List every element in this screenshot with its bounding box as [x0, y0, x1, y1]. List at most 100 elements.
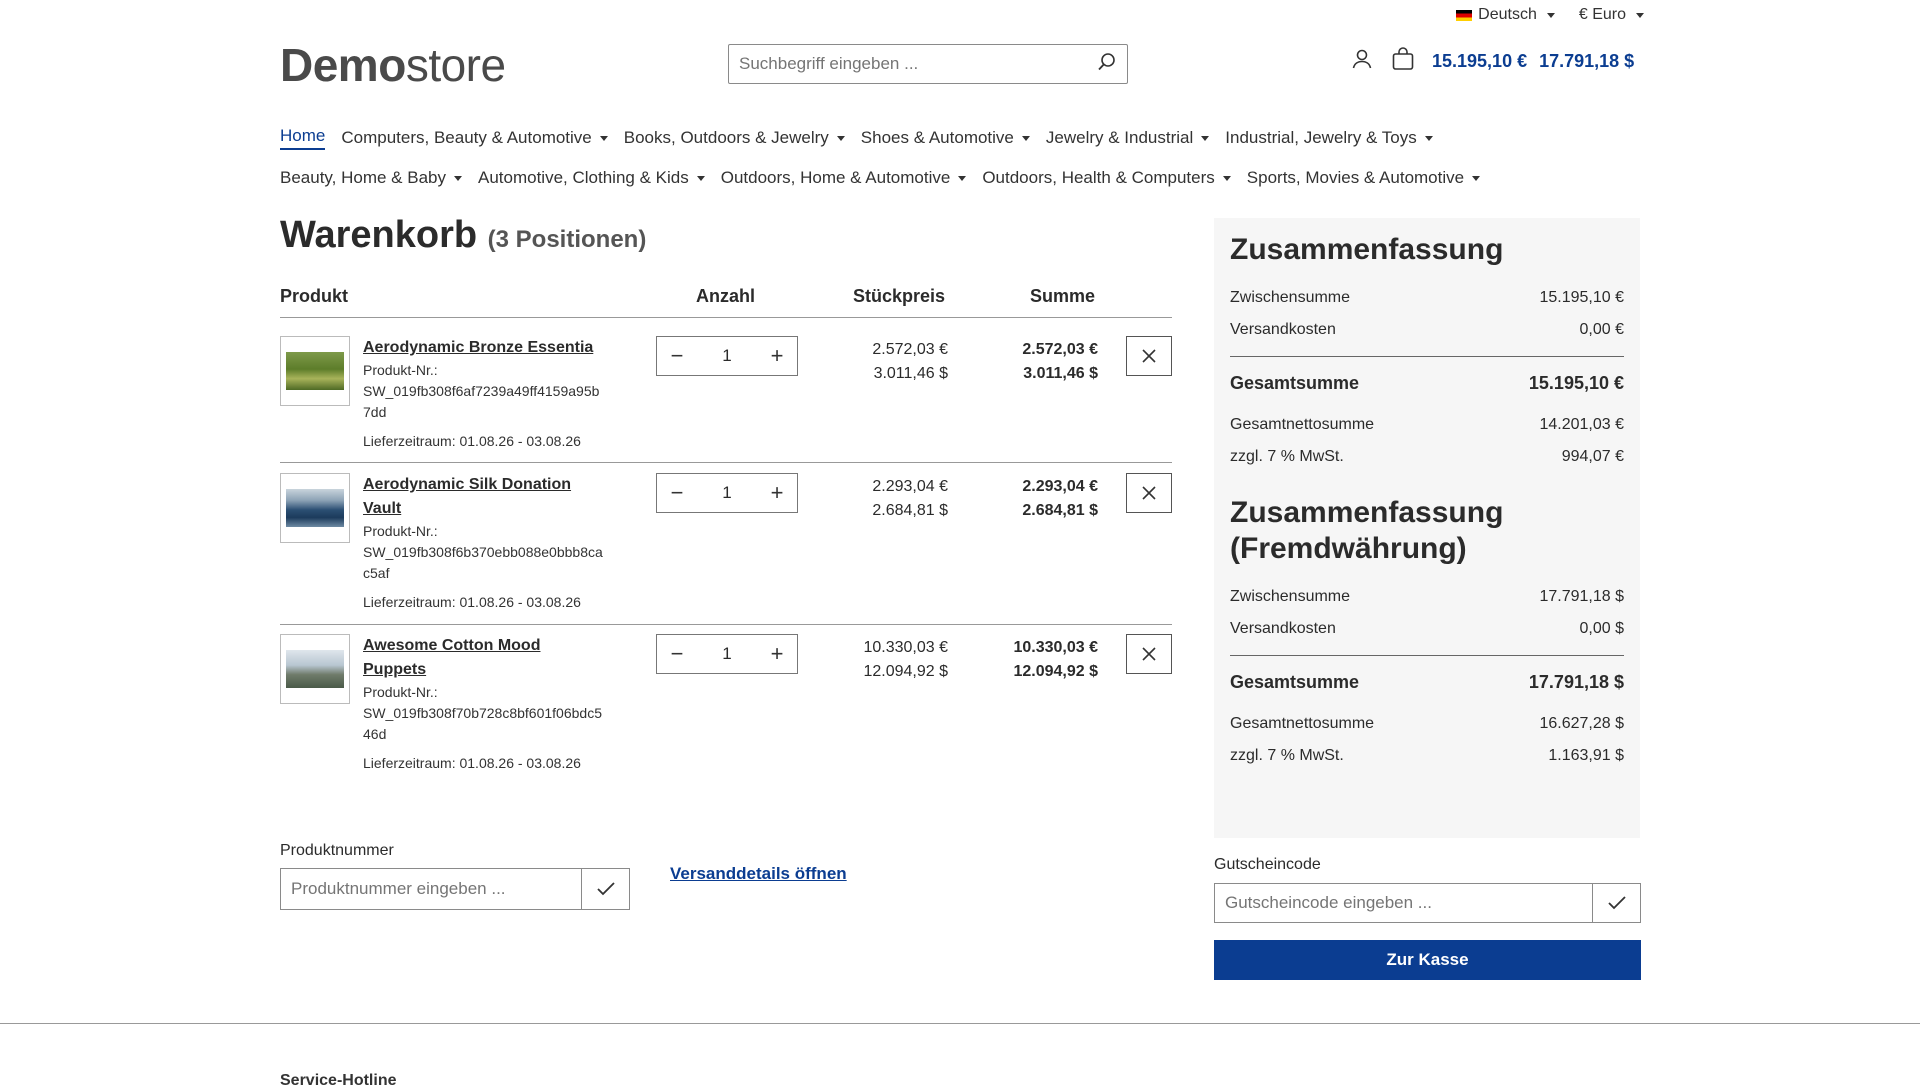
- nav-item-books-outdoors-jewelry[interactable]: Books, Outdoors & Jewelry: [624, 128, 845, 148]
- voucher-submit-button[interactable]: [1592, 884, 1640, 922]
- quantity-value[interactable]: 1: [722, 644, 731, 664]
- increase-qty-button[interactable]: +: [767, 641, 787, 667]
- nav-item-computers-beauty-automotive[interactable]: Computers, Beauty & Automotive: [341, 128, 608, 148]
- product-name-link[interactable]: Aerodynamic Bronze Essentia: [363, 336, 603, 360]
- account-icon[interactable]: [1350, 47, 1374, 76]
- order-summary: Zusammenfassung Zwischensumme 15.195,10 €…: [1214, 218, 1640, 838]
- product-thumbnail[interactable]: [280, 634, 350, 704]
- product-number-label: Produkt-Nr.:: [363, 362, 438, 378]
- summary-fx-tax: zzgl. 7 % MwSt. 1.163,91 $: [1230, 740, 1624, 772]
- nav-item-beauty-home-baby[interactable]: Beauty, Home & Baby: [280, 168, 462, 188]
- shipping-details-link[interactable]: Versanddetails öffnen: [670, 864, 847, 884]
- increase-qty-button[interactable]: +: [767, 480, 787, 506]
- product-name-link[interactable]: Aerodynamic Silk Donation Vault: [363, 473, 603, 521]
- nav-item-jewelry-industrial[interactable]: Jewelry & Industrial: [1045, 128, 1210, 148]
- caret-down-icon: [958, 175, 967, 181]
- remove-item-button[interactable]: [1126, 336, 1172, 376]
- voucher-input[interactable]: [1215, 884, 1592, 922]
- product-number-label: Produkt-Nr.:: [363, 523, 438, 539]
- unit-price: 2.572,03 € 3.011,46 $: [820, 338, 948, 386]
- nav-item-outdoors-home-automotive[interactable]: Outdoors, Home & Automotive: [721, 168, 967, 188]
- value: 17.791,18 $: [1539, 588, 1624, 605]
- product-thumbnail[interactable]: [280, 336, 350, 406]
- product-number-label: Produkt-Nr.:: [363, 684, 438, 700]
- currency-switcher[interactable]: € Euro: [1579, 6, 1644, 24]
- title-line-1: Zusammenfassung: [1230, 496, 1504, 529]
- close-icon: [1142, 486, 1156, 500]
- remove-item-button[interactable]: [1126, 634, 1172, 674]
- caret-down-icon: [1546, 12, 1555, 18]
- line-total-eur: 2.293,04 €: [1022, 478, 1098, 495]
- title-line-2: (Fremdwährung): [1230, 532, 1467, 565]
- nav-row-2: Beauty, Home & Baby Automotive, Clothing…: [280, 158, 1640, 198]
- line-total-eur: 10.330,03 €: [1013, 639, 1098, 656]
- product-number: SW_019fb308f6b370ebb088e0bbb8cac5af: [363, 544, 603, 581]
- cart-icon[interactable]: [1390, 46, 1416, 77]
- currency-label: € Euro: [1578, 6, 1626, 23]
- cart-total-eur: 15.195,10 €: [1432, 51, 1528, 71]
- product-number: SW_019fb308f70b728c8bf601f06bdc546d: [363, 705, 602, 742]
- nav-label: Outdoors, Home & Automotive: [720, 168, 951, 187]
- unit-price-eur: 2.572,03 €: [872, 341, 948, 358]
- quantity-stepper: − 1 +: [656, 634, 798, 674]
- nav-item-sports-movies-automotive[interactable]: Sports, Movies & Automotive: [1246, 168, 1481, 188]
- language-label: Deutsch: [1478, 6, 1537, 23]
- nav-label: Home: [280, 126, 326, 145]
- quantity-stepper: − 1 +: [656, 336, 798, 376]
- cart-table-header: Produkt Anzahl Stückpreis Summe: [280, 284, 1172, 318]
- nav-label: Jewelry & Industrial: [1045, 128, 1194, 147]
- decrease-qty-button[interactable]: −: [667, 641, 687, 667]
- unit-price-usd: 3.011,46 $: [873, 365, 948, 382]
- close-icon: [1142, 349, 1156, 363]
- quantity-value[interactable]: 1: [722, 346, 731, 366]
- label: Gesamtsumme: [1230, 373, 1360, 393]
- caret-down-icon: [836, 135, 845, 141]
- summary-fx-grand-total: Gesamtsumme 17.791,18 $: [1230, 666, 1624, 698]
- checkout-button[interactable]: Zur Kasse: [1214, 940, 1641, 980]
- header-unit-price: Stückpreis: [853, 286, 946, 306]
- delivery-time: Lieferzeitraum: 01.08.26 - 03.08.26: [363, 433, 581, 449]
- nav-label: Beauty, Home & Baby: [280, 168, 446, 187]
- product-name-link[interactable]: Awesome Cotton Mood Puppets: [363, 634, 603, 682]
- line-total: 10.330,03 € 12.094,92 $: [960, 636, 1098, 684]
- language-switcher[interactable]: Deutsch: [1456, 6, 1555, 24]
- german-flag-icon: [1456, 9, 1473, 21]
- product-number-input[interactable]: [281, 869, 581, 909]
- caret-down-icon: [1472, 175, 1481, 181]
- nav-item-outdoors-health-computers[interactable]: Outdoors, Health & Computers: [982, 168, 1231, 188]
- logo[interactable]: Demostore: [280, 38, 506, 92]
- search-icon[interactable]: [1097, 52, 1117, 77]
- quantity-value[interactable]: 1: [722, 483, 731, 503]
- nav-item-automotive-clothing-kids[interactable]: Automotive, Clothing & Kids: [478, 168, 705, 188]
- topbar: Deutsch € Euro: [1456, 6, 1644, 24]
- nav-label: Sports, Movies & Automotive: [1246, 168, 1465, 187]
- unit-price-usd: 2.684,81 $: [872, 502, 948, 519]
- delivery-time: Lieferzeitraum: 01.08.26 - 03.08.26: [363, 755, 581, 771]
- product-info: Aerodynamic Silk Donation Vault Produkt-…: [363, 473, 603, 613]
- quantity-stepper: − 1 +: [656, 473, 798, 513]
- increase-qty-button[interactable]: +: [767, 343, 787, 369]
- unit-price: 10.330,03 € 12.094,92 $: [820, 636, 948, 684]
- product-number-submit-button[interactable]: [581, 869, 629, 909]
- decrease-qty-button[interactable]: −: [667, 480, 687, 506]
- remove-item-button[interactable]: [1126, 473, 1172, 513]
- product-thumbnail[interactable]: [280, 473, 350, 543]
- label: Gesamtsumme: [1230, 672, 1360, 692]
- nav-row-1: Home Computers, Beauty & Automotive Book…: [280, 118, 1640, 158]
- caret-down-icon: [1222, 175, 1231, 181]
- decrease-qty-button[interactable]: −: [667, 343, 687, 369]
- header-actions: 15.195,10 € 17.791,18 $: [1350, 46, 1634, 77]
- nav-label: Books, Outdoors & Jewelry: [623, 128, 829, 147]
- header-cart-total[interactable]: 15.195,10 € 17.791,18 $: [1432, 51, 1634, 72]
- nav-item-shoes-automotive[interactable]: Shoes & Automotive: [861, 128, 1030, 148]
- product-number: SW_019fb308f6af7239a49ff4159a95b7dd: [363, 383, 600, 420]
- label: Gesamtnettosumme: [1230, 416, 1375, 433]
- line-total-usd: 12.094,92 $: [1013, 663, 1098, 680]
- main-navigation: Home Computers, Beauty & Automotive Book…: [280, 118, 1640, 198]
- footer-divider: [0, 1023, 1920, 1024]
- nav-item-home[interactable]: Home: [280, 126, 326, 150]
- summary-shipping: Versandkosten 0,00 €: [1230, 314, 1624, 346]
- nav-item-industrial-jewelry-toys[interactable]: Industrial, Jewelry & Toys: [1225, 128, 1433, 148]
- summary-net-total: Gesamtnettosumme 14.201,03 €: [1230, 409, 1624, 441]
- search-input[interactable]: [739, 54, 1097, 74]
